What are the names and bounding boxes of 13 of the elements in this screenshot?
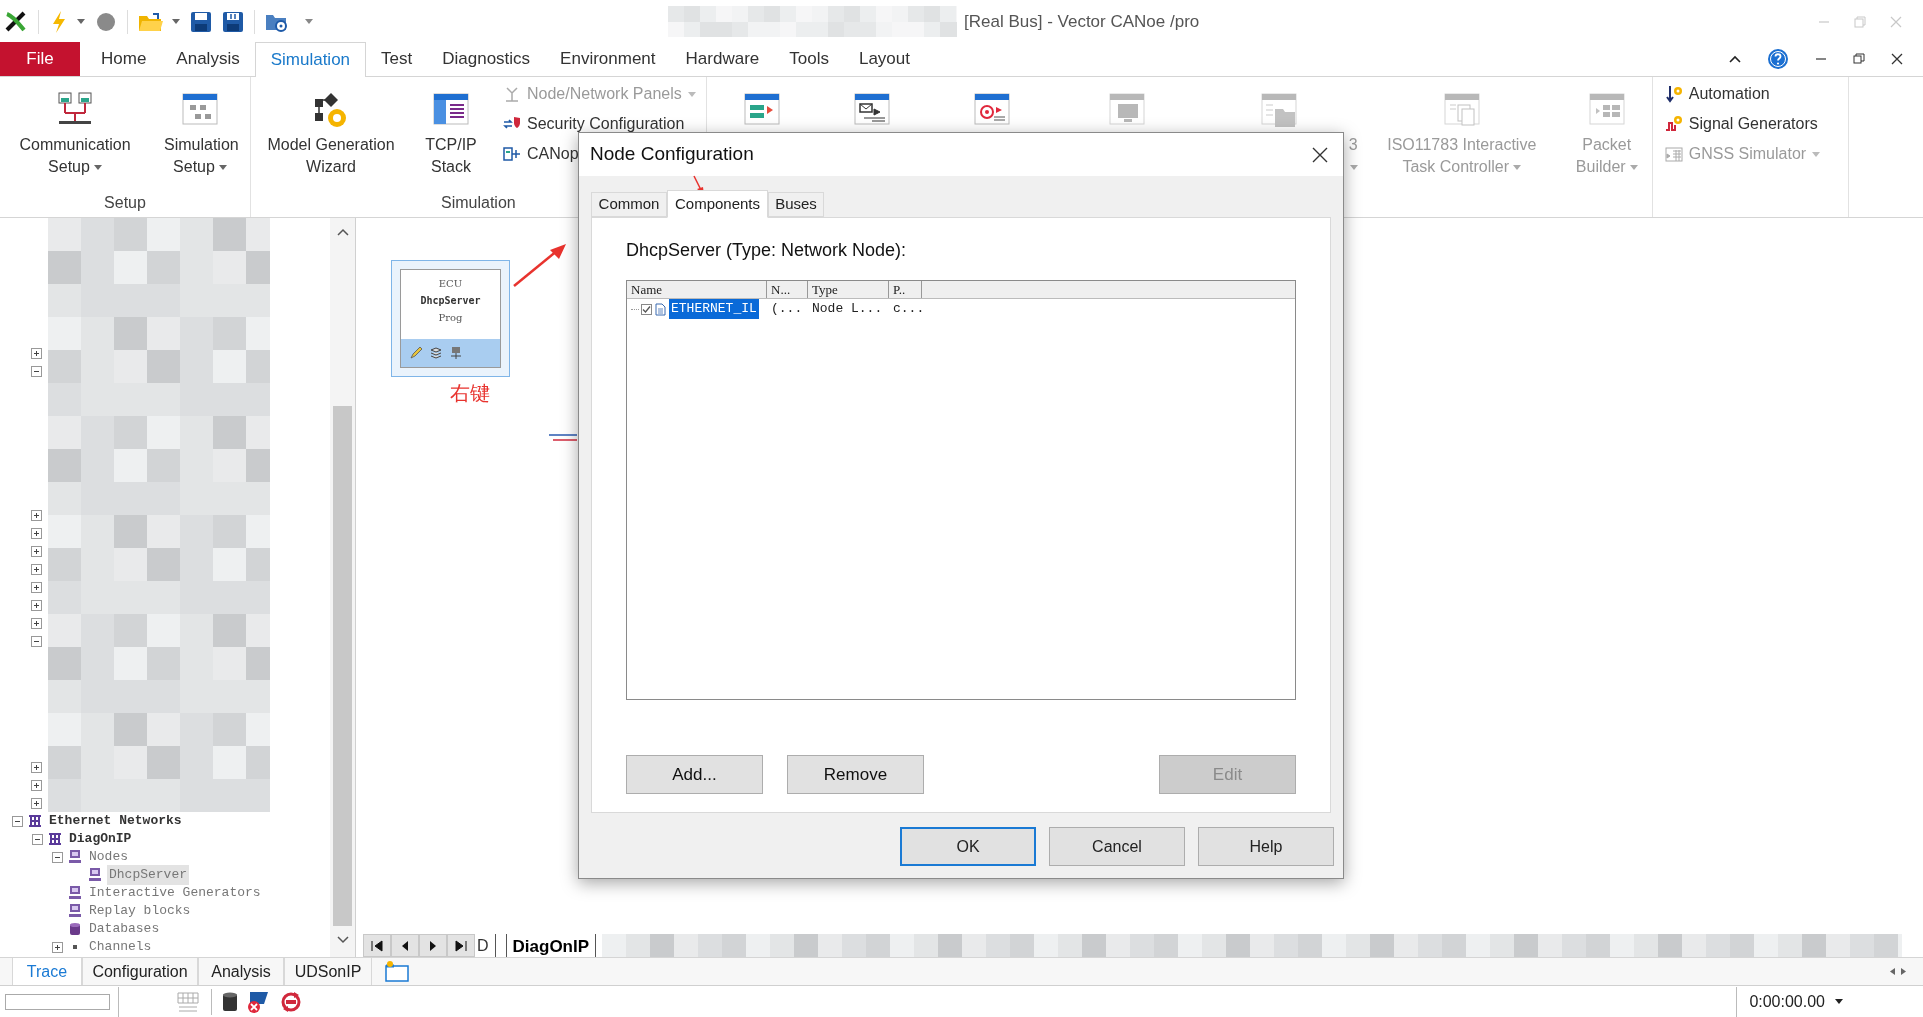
window-title: [Real Bus] - Vector CANoe /pro (964, 10, 1200, 33)
table-cell-text: Node L... (812, 300, 883, 319)
dialog-title: Node Configuration (590, 142, 754, 167)
dialog-heading: DhcpServer (Type: Network Node): (626, 239, 908, 262)
node-subtitle: Prog (438, 311, 463, 325)
group-label: Simulation (441, 193, 516, 213)
table-cell-text: c... (893, 300, 925, 319)
annotation-text: 右键 (450, 380, 490, 407)
table-cell-text: (... (771, 300, 803, 319)
node-name: DhcpServer (420, 294, 481, 308)
group-label: Setup (104, 193, 146, 213)
node-type-label: ECU (438, 277, 463, 291)
status-time: 0:00:00.00 (1749, 991, 1825, 1012)
